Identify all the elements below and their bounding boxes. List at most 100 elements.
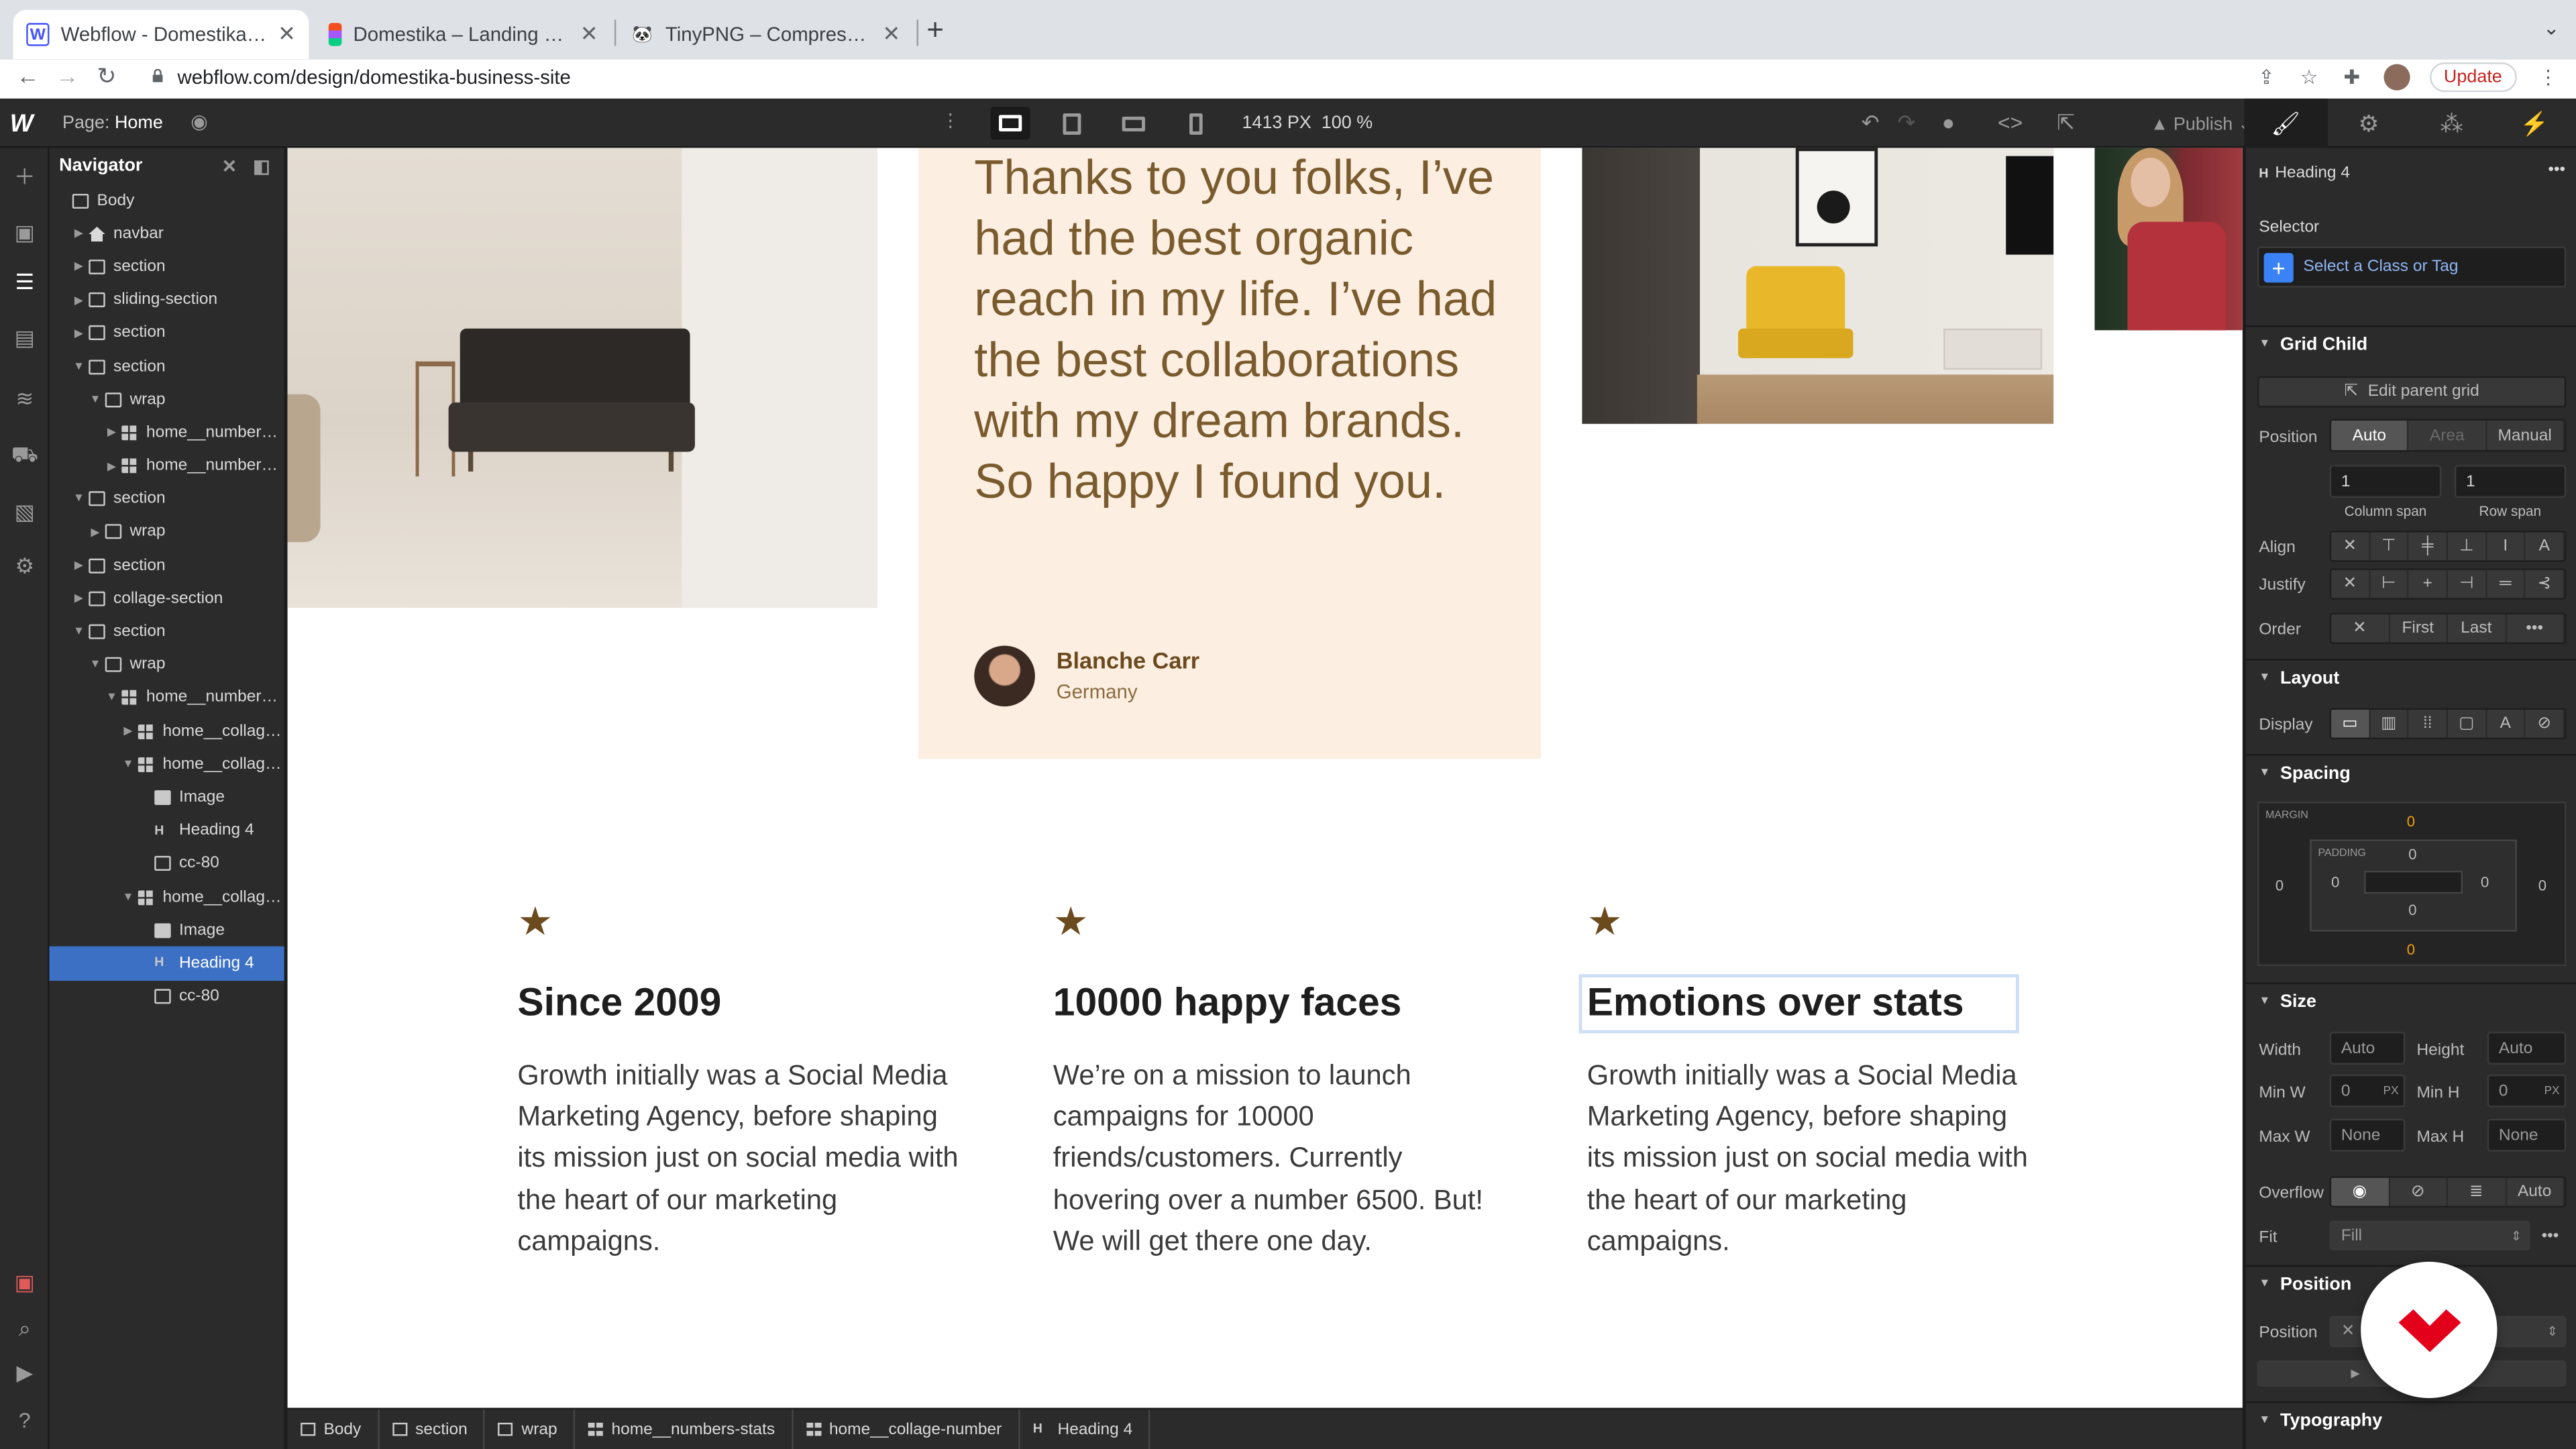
- redo-icon[interactable]: ↷: [1898, 110, 1916, 136]
- padding-left-value[interactable]: 0: [2331, 874, 2339, 890]
- testimonial-card[interactable]: Thanks to you folks, I’ve had the best o…: [918, 148, 1542, 759]
- stat-body[interactable]: Growth initially was a Social Media Mark…: [517, 1055, 961, 1262]
- overflow-scroll-icon[interactable]: ≣: [2448, 1177, 2506, 1206]
- navigator-item[interactable]: ▶ wrap: [49, 516, 284, 549]
- stat-body[interactable]: We’re on a mission to launch campaigns f…: [1053, 1055, 1497, 1262]
- help-icon[interactable]: ?: [11, 1406, 38, 1432]
- navigator-item[interactable]: ▼ section: [49, 615, 284, 648]
- margin-left-value[interactable]: 0: [2275, 877, 2284, 894]
- margin-top-value[interactable]: 0: [2407, 813, 2415, 829]
- woman-portrait-image[interactable]: [2094, 148, 2243, 331]
- cms-database-icon[interactable]: ≋: [11, 386, 38, 413]
- style-manager-tab[interactable]: ⁂: [2410, 99, 2493, 148]
- align-none-icon[interactable]: ✕: [2331, 532, 2371, 561]
- testimonial-quote[interactable]: Thanks to you folks, I’ve had the best o…: [974, 148, 1516, 513]
- extensions-puzzle-icon[interactable]: ✚: [2341, 66, 2363, 89]
- position-area[interactable]: Area: [2409, 420, 2487, 451]
- comments-icon[interactable]: ●: [1942, 110, 1955, 135]
- stat-column-2[interactable]: ★ 10000 happy faces We’re on a mission t…: [1050, 903, 1497, 1262]
- height-input[interactable]: Auto: [2487, 1031, 2567, 1065]
- navigator-item[interactable]: ▼ section: [49, 350, 284, 382]
- selector-input[interactable]: + Select a Class or Tag: [2257, 246, 2567, 288]
- video-tutorials-icon[interactable]: ▶: [11, 1360, 38, 1387]
- update-button[interactable]: Update: [2428, 62, 2517, 93]
- justify-start-icon[interactable]: ⊢: [2370, 570, 2410, 598]
- tablet-breakpoint[interactable]: [1051, 107, 1091, 140]
- navigator-item[interactable]: H Heading 4: [49, 947, 284, 980]
- justify-center-icon[interactable]: +: [2409, 570, 2449, 598]
- navigator-item[interactable]: ▶ sliding-section: [49, 284, 284, 317]
- spacing-editor[interactable]: MARGIN 0 0 0 0 PADDING 0 0 0 0: [2257, 802, 2567, 967]
- close-tab-icon[interactable]: ✕: [580, 21, 598, 48]
- navigator-item[interactable]: ▶ navbar: [49, 217, 284, 250]
- star-icon[interactable]: ★: [1587, 903, 2031, 947]
- padding-top-value[interactable]: 0: [2408, 846, 2416, 862]
- padding-right-value[interactable]: 0: [2481, 874, 2489, 890]
- navigator-item[interactable]: ▼ wrap: [49, 648, 284, 681]
- navigator-item[interactable]: ▼ home__collage-number: [49, 881, 284, 914]
- breadcrumb-item[interactable]: Body: [288, 1409, 380, 1449]
- display-none-icon[interactable]: ⊘: [2526, 709, 2565, 738]
- publish-button[interactable]: ▲ Publish ⌄: [2151, 113, 2253, 134]
- stat-heading[interactable]: 10000 happy faces: [1050, 979, 1497, 1028]
- stat-body[interactable]: Growth initially was a Social Media Mark…: [1587, 1055, 2031, 1262]
- navigator-item[interactable]: cc-80: [49, 847, 284, 880]
- max-height-input[interactable]: None: [2487, 1118, 2567, 1152]
- navigator-item[interactable]: Body: [49, 184, 284, 217]
- overflow-hidden-icon[interactable]: ⊘: [2390, 1177, 2449, 1206]
- width-input[interactable]: Auto: [2329, 1031, 2406, 1065]
- order-none-icon[interactable]: ✕: [2331, 614, 2390, 643]
- display-buttons[interactable]: ▭ ▥ ⁞⁞ ▢ A ⊘: [2329, 708, 2567, 740]
- typography-section-header[interactable]: ▼ Typography: [2245, 1401, 2576, 1438]
- display-inline-block-icon[interactable]: ▢: [2448, 709, 2487, 738]
- preview-eye-icon[interactable]: ◉: [191, 110, 208, 133]
- overflow-visible-eye-icon[interactable]: ◉: [2331, 1177, 2390, 1206]
- navigator-item[interactable]: ▼ home__collage-number: [49, 748, 284, 781]
- position-auto[interactable]: Auto: [2331, 420, 2410, 451]
- stat-column-3[interactable]: ★ Emotions over stats Growth initially w…: [1578, 903, 2031, 1262]
- ecommerce-cart-icon[interactable]: ⛟: [11, 442, 38, 470]
- recording-icon[interactable]: ▣: [11, 1270, 38, 1296]
- order-buttons[interactable]: ✕ First Last •••: [2329, 612, 2567, 645]
- close-tab-icon[interactable]: ✕: [278, 21, 296, 48]
- mobile-landscape-breakpoint[interactable]: [1114, 107, 1153, 140]
- justify-more-icon[interactable]: ⊰: [2526, 570, 2565, 598]
- mobile-portrait-breakpoint[interactable]: [1176, 107, 1216, 140]
- justify-none-icon[interactable]: ✕: [2331, 570, 2371, 598]
- breadcrumb-item[interactable]: home__numbers-stats: [576, 1409, 794, 1449]
- domestika-floating-button[interactable]: [2361, 1261, 2498, 1399]
- order-last[interactable]: Last: [2448, 614, 2506, 643]
- bookmark-star-icon[interactable]: ☆: [2298, 66, 2320, 89]
- navigator-item[interactable]: ▶ home__numbers-heading: [49, 416, 284, 449]
- navigator-item[interactable]: ▼ section: [49, 482, 284, 515]
- fit-select[interactable]: Fill ⇕: [2329, 1220, 2530, 1250]
- browser-menu-icon[interactable]: ⋮: [2536, 66, 2559, 89]
- breadcrumb-item[interactable]: wrap: [486, 1409, 576, 1449]
- webflow-logo-icon[interactable]: W: [10, 110, 34, 138]
- padding-bottom-value[interactable]: 0: [2408, 902, 2416, 918]
- author-location[interactable]: Germany: [1057, 680, 1138, 703]
- grid-child-section-header[interactable]: ▼ Grid Child: [2245, 325, 2576, 362]
- share-export-icon[interactable]: ⇱: [2057, 110, 2075, 136]
- navigator-item[interactable]: ▼ wrap: [49, 383, 284, 416]
- browser-tab-figma[interactable]: Domestika – Landing Page – Figma ✕: [315, 10, 611, 59]
- site-settings-gear-icon[interactable]: ⚙: [11, 553, 38, 580]
- element-menu-icon[interactable]: •••: [2548, 161, 2565, 179]
- breadcrumb-item[interactable]: section: [379, 1409, 486, 1449]
- forward-arrow-icon[interactable]: →: [56, 62, 78, 89]
- max-width-input[interactable]: None: [2329, 1118, 2406, 1152]
- navigator-item[interactable]: ▶ section: [49, 549, 284, 582]
- pin-close-icon[interactable]: ✕: [222, 156, 237, 177]
- align-baseline-icon[interactable]: A: [2526, 532, 2565, 561]
- interactions-tab[interactable]: ⚡: [2493, 99, 2576, 148]
- navigator-item[interactable]: ▶ home__collage-number: [49, 714, 284, 747]
- collapsed-caret-icon[interactable]: ▶: [121, 724, 135, 738]
- fit-more-icon[interactable]: •••: [2542, 1227, 2559, 1245]
- collapsed-caret-icon[interactable]: ▶: [105, 426, 119, 439]
- symbols-cube-icon[interactable]: ▣: [11, 220, 38, 246]
- share-icon[interactable]: ⇪: [2255, 66, 2277, 89]
- column-span-input[interactable]: 1: [2329, 465, 2442, 498]
- url-field[interactable]: webflow.com/design/domestika-business-si…: [177, 66, 570, 89]
- align-self-buttons[interactable]: ✕ ⊤ ╪ ⊥ Ι A: [2329, 531, 2567, 562]
- living-room-image[interactable]: [287, 148, 877, 608]
